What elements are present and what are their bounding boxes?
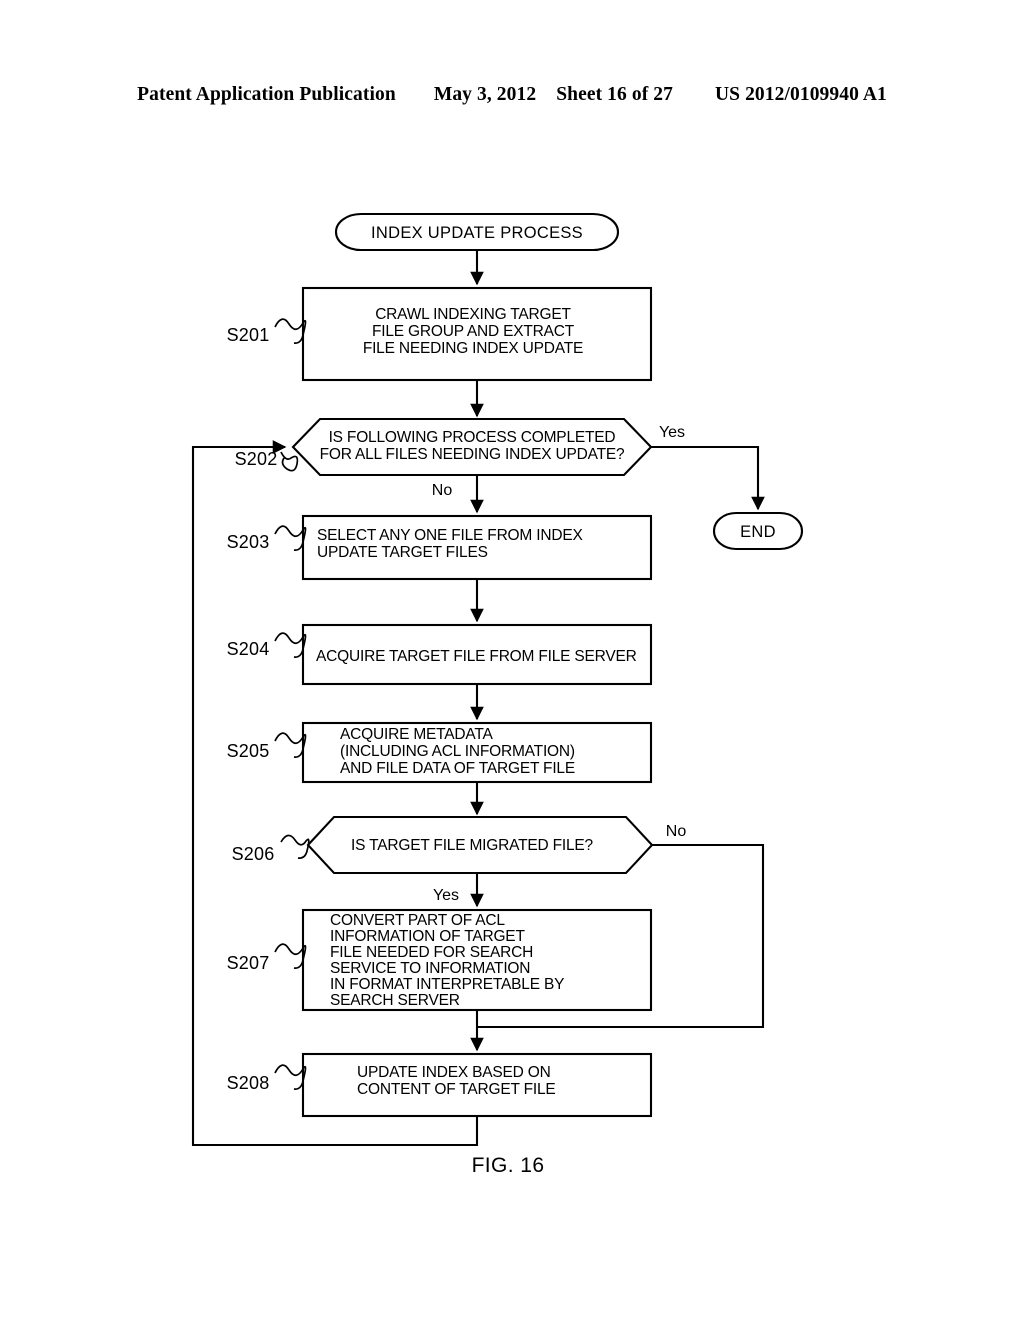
leader-squiggle-s204	[274, 632, 307, 658]
node-s208-process: UPDATE INDEX BASED ON CONTENT OF TARGET …	[301, 1052, 653, 1118]
branch-label-s206-yes: Yes	[433, 887, 459, 904]
node-s207-line-4: SERVICE TO INFORMATION	[330, 960, 530, 977]
node-s204-process: ACQUIRE TARGET FILE FROM FILE SERVER	[301, 623, 653, 686]
node-s205-line-3: AND FILE DATA OF TARGET FILE	[340, 760, 575, 777]
node-start-label: INDEX UPDATE PROCESS	[371, 224, 583, 242]
step-label-s206: S206	[232, 844, 275, 864]
branch-label-s206-no: No	[666, 823, 687, 840]
node-s207-line-1: CONVERT PART OF ACL	[330, 912, 505, 929]
node-s206-line-1: IS TARGET FILE MIGRATED FILE?	[351, 837, 594, 854]
node-s205-process: ACQUIRE METADATA (INCLUDING ACL INFORMAT…	[301, 721, 653, 784]
node-s203-line-1: SELECT ANY ONE FILE FROM INDEX	[317, 527, 583, 544]
step-label-s208: S208	[227, 1073, 270, 1093]
step-label-s203: S203	[227, 532, 270, 552]
node-s208-line-1: UPDATE INDEX BASED ON	[357, 1064, 551, 1081]
leader-squiggle-s206	[280, 834, 310, 859]
leader-squiggle-s205	[274, 732, 307, 758]
node-s207-line-2: INFORMATION OF TARGET	[330, 928, 525, 945]
leader-squiggle-s208	[274, 1064, 307, 1090]
branch-label-s202-no: No	[432, 482, 453, 499]
leader-squiggle-s202	[280, 451, 299, 472]
step-label-s201: S201	[227, 325, 270, 345]
node-s207-line-5: IN FORMAT INTERPRETABLE BY	[330, 976, 564, 993]
node-s205-line-1: ACQUIRE METADATA	[340, 726, 494, 743]
node-s202-line-1: IS FOLLOWING PROCESS COMPLETED	[329, 429, 616, 446]
node-s206-decision: IS TARGET FILE MIGRATED FILE?	[306, 815, 654, 875]
step-label-s204: S204	[227, 639, 270, 659]
branch-label-s202-yes: Yes	[659, 424, 685, 441]
node-s205-line-2: (INCLUDING ACL INFORMATION)	[340, 743, 575, 760]
leader-squiggle-s207	[274, 943, 307, 969]
figure-caption: FIG. 16	[472, 1154, 545, 1177]
node-s207-process: CONVERT PART OF ACL INFORMATION OF TARGE…	[301, 908, 653, 1012]
node-s207-line-6: SEARCH SERVER	[330, 992, 460, 1009]
node-s201-line-2: FILE GROUP AND EXTRACT	[372, 323, 575, 340]
node-s204-line-1: ACQUIRE TARGET FILE FROM FILE SERVER	[316, 648, 637, 665]
node-s201-line-1: CRAWL INDEXING TARGET	[375, 306, 571, 323]
node-s201-process: CRAWL INDEXING TARGET FILE GROUP AND EXT…	[301, 286, 653, 382]
node-s202-decision: IS FOLLOWING PROCESS COMPLETED FOR ALL F…	[291, 417, 653, 477]
step-label-s202: S202	[235, 449, 278, 469]
node-s202-line-2: FOR ALL FILES NEEDING INDEX UPDATE?	[320, 446, 625, 463]
node-end-terminator: END	[712, 511, 804, 551]
node-s208-line-2: CONTENT OF TARGET FILE	[357, 1081, 556, 1098]
node-s203-line-2: UPDATE TARGET FILES	[317, 544, 488, 561]
node-end-label: END	[740, 523, 776, 541]
leader-squiggle-s201	[274, 318, 307, 344]
leader-squiggle-s203	[274, 525, 307, 551]
node-s207-line-3: FILE NEEDED FOR SEARCH	[330, 944, 533, 961]
node-start-terminator: INDEX UPDATE PROCESS	[334, 212, 620, 252]
flowchart-figure: INDEX UPDATE PROCESS CRAWL INDEXING TARG…	[0, 0, 1024, 1320]
step-label-s205: S205	[227, 741, 270, 761]
connector-s202-yes-to-end	[651, 445, 765, 511]
step-label-s207: S207	[227, 953, 270, 973]
node-s201-line-3: FILE NEEDING INDEX UPDATE	[363, 340, 583, 357]
node-s203-process: SELECT ANY ONE FILE FROM INDEX UPDATE TA…	[301, 514, 653, 581]
